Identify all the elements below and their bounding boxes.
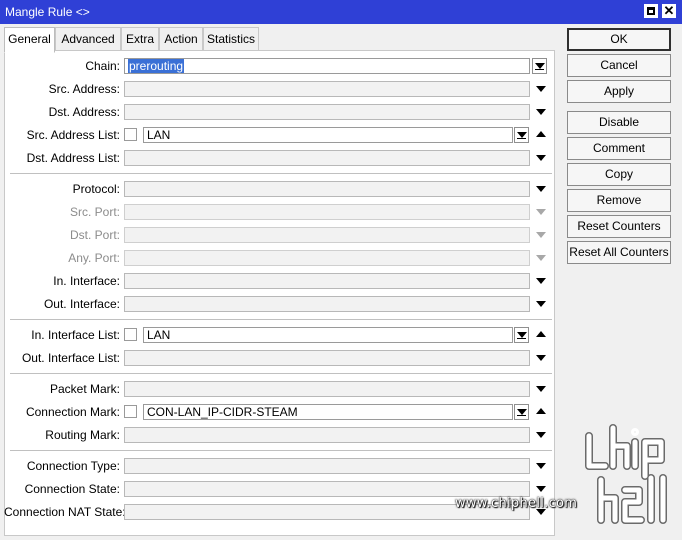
chain-value: prerouting bbox=[128, 59, 185, 73]
in-interface-field[interactable] bbox=[124, 273, 530, 289]
expand-connection-type-icon[interactable] bbox=[536, 463, 546, 469]
src-address-label: Src. Address: bbox=[48, 82, 120, 96]
maximize-button[interactable] bbox=[644, 4, 658, 18]
section-divider bbox=[10, 373, 552, 374]
in-interface-list-dropdown-button[interactable] bbox=[514, 327, 529, 343]
src-address-list-label: Src. Address List: bbox=[26, 128, 120, 142]
expand-protocol-icon[interactable] bbox=[536, 186, 546, 192]
out-interface-list-field[interactable] bbox=[124, 350, 530, 366]
expand-dst-address-icon[interactable] bbox=[536, 109, 546, 115]
dst-port-label: Dst. Port: bbox=[69, 228, 120, 242]
close-icon: ✕ bbox=[663, 3, 675, 18]
reset-all-counters-button[interactable]: Reset All Counters bbox=[567, 241, 671, 264]
out-interface-list-label: Out. Interface List: bbox=[21, 351, 120, 365]
routing-mark-field[interactable] bbox=[124, 427, 530, 443]
tab-extra[interactable]: Extra bbox=[121, 27, 159, 51]
connection-mark-negate-checkbox[interactable] bbox=[124, 405, 137, 418]
expand-out-interface-list-icon[interactable] bbox=[536, 355, 546, 361]
packet-mark-field[interactable] bbox=[124, 381, 530, 397]
tab-label: Advanced bbox=[61, 32, 115, 46]
connection-mark-label: Connection Mark: bbox=[25, 405, 120, 419]
packet-mark-label: Packet Mark: bbox=[49, 382, 120, 396]
dropdown-bar bbox=[535, 69, 544, 70]
reset-counters-button[interactable]: Reset Counters bbox=[567, 215, 671, 238]
section-divider bbox=[10, 173, 552, 174]
tab-action[interactable]: Action bbox=[159, 27, 203, 51]
ok-button[interactable]: OK bbox=[567, 28, 671, 51]
apply-button[interactable]: Apply bbox=[567, 80, 671, 103]
expand-in-interface-icon[interactable] bbox=[536, 278, 546, 284]
chiphell-logo-icon bbox=[585, 424, 667, 524]
src-address-list-field[interactable]: LAN bbox=[143, 127, 513, 143]
connection-mark-field[interactable]: CON-LAN_IP-CIDR-STEAM bbox=[143, 404, 513, 420]
cancel-button[interactable]: Cancel bbox=[567, 54, 671, 77]
src-port-field bbox=[124, 204, 530, 220]
window-titlebar[interactable]: Mangle Rule <> ✕ bbox=[0, 0, 682, 24]
window-title: Mangle Rule <> bbox=[5, 5, 90, 19]
in-interface-list-label: In. Interface List: bbox=[31, 328, 120, 342]
expand-packet-mark-icon[interactable] bbox=[536, 386, 546, 392]
out-interface-field[interactable] bbox=[124, 296, 530, 312]
section-divider bbox=[10, 450, 552, 451]
src-address-list-dropdown-button[interactable] bbox=[514, 127, 529, 143]
copy-button[interactable]: Copy bbox=[567, 163, 671, 186]
collapse-src-address-list-icon[interactable] bbox=[536, 131, 546, 137]
src-address-list-negate-checkbox[interactable] bbox=[124, 128, 137, 141]
tab-general[interactable]: General bbox=[4, 27, 55, 53]
chain-dropdown-button[interactable] bbox=[532, 58, 547, 74]
expand-dst-address-list-icon[interactable] bbox=[536, 155, 546, 161]
watermark-url: www.chiphell.com bbox=[455, 496, 578, 511]
dst-address-field[interactable] bbox=[124, 104, 530, 120]
expand-out-interface-icon[interactable] bbox=[536, 301, 546, 307]
any-port-label: Any. Port: bbox=[68, 251, 120, 265]
protocol-field[interactable] bbox=[124, 181, 530, 197]
tab-label: Action bbox=[164, 32, 198, 46]
disable-button[interactable]: Disable bbox=[567, 111, 671, 134]
in-interface-label: In. Interface: bbox=[53, 274, 120, 288]
tab-label: General bbox=[8, 32, 51, 46]
routing-mark-label: Routing Mark: bbox=[45, 428, 120, 442]
dst-address-label: Dst. Address: bbox=[48, 105, 120, 119]
maximize-icon bbox=[647, 7, 655, 15]
protocol-label: Protocol: bbox=[72, 182, 120, 196]
in-interface-list-field[interactable]: LAN bbox=[143, 327, 513, 343]
dst-address-list-label: Dst. Address List: bbox=[26, 151, 120, 165]
section-divider bbox=[10, 319, 552, 320]
expand-dst-port-icon bbox=[536, 232, 546, 238]
src-address-field[interactable] bbox=[124, 81, 530, 97]
collapse-in-interface-list-icon[interactable] bbox=[536, 331, 546, 337]
dropdown-bar bbox=[517, 415, 526, 416]
src-port-label: Src. Port: bbox=[69, 205, 120, 219]
in-interface-list-negate-checkbox[interactable] bbox=[124, 328, 137, 341]
collapse-connection-mark-icon[interactable] bbox=[536, 408, 546, 414]
remove-button[interactable]: Remove bbox=[567, 189, 671, 212]
chain-label: Chain: bbox=[85, 59, 120, 73]
dropdown-bar bbox=[517, 338, 526, 339]
out-interface-label: Out. Interface: bbox=[43, 297, 120, 311]
expand-any-port-icon bbox=[536, 255, 546, 261]
close-button[interactable]: ✕ bbox=[662, 3, 676, 18]
expand-connection-state-icon[interactable] bbox=[536, 486, 546, 492]
connection-nat-state-label: Connection NAT State: bbox=[4, 505, 126, 519]
connection-type-label: Connection Type: bbox=[26, 459, 120, 473]
comment-button[interactable]: Comment bbox=[567, 137, 671, 160]
expand-routing-mark-icon[interactable] bbox=[536, 432, 546, 438]
connection-mark-dropdown-button[interactable] bbox=[514, 404, 529, 420]
tab-advanced[interactable]: Advanced bbox=[55, 27, 121, 51]
connection-state-field[interactable] bbox=[124, 481, 530, 497]
dropdown-bar bbox=[517, 138, 526, 139]
expand-src-address-icon[interactable] bbox=[536, 86, 546, 92]
dst-port-field bbox=[124, 227, 530, 243]
connection-type-field[interactable] bbox=[124, 458, 530, 474]
tab-label: Statistics bbox=[206, 32, 255, 46]
tab-statistics[interactable]: Statistics bbox=[203, 27, 259, 51]
connection-state-label: Connection State: bbox=[24, 482, 120, 496]
expand-src-port-icon bbox=[536, 209, 546, 215]
tab-label: Extra bbox=[125, 32, 154, 46]
any-port-field bbox=[124, 250, 530, 266]
dst-address-list-field[interactable] bbox=[124, 150, 530, 166]
chain-field[interactable]: prerouting bbox=[124, 58, 530, 74]
